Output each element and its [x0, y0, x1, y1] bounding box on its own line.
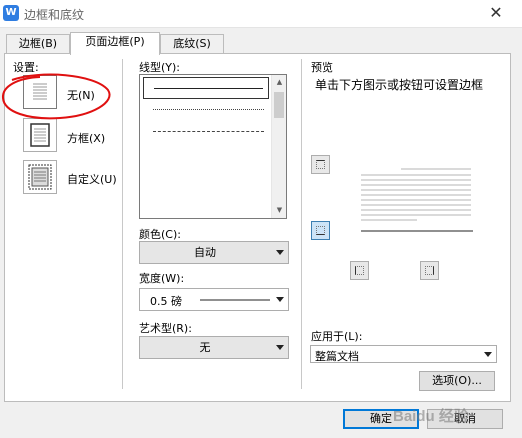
setting-custom-button[interactable]: [23, 160, 57, 194]
window-title: 边框和底纹: [24, 8, 85, 22]
chevron-down-icon: [276, 250, 284, 255]
line-style-dash-dot-medium[interactable]: [143, 187, 269, 209]
top-border-button[interactable]: [311, 155, 330, 174]
apply-to-value: 整篇文档: [315, 350, 359, 363]
top-border-icon: [316, 160, 325, 169]
chevron-down-icon: [484, 352, 492, 357]
line-style-scrollbar[interactable]: ▲ ▼: [271, 75, 286, 218]
width-value: 0.5 磅: [150, 295, 182, 308]
apply-to-select[interactable]: 整篇文档: [310, 345, 497, 363]
settings-label: 设置:: [13, 61, 39, 74]
left-border-icon: [355, 266, 364, 275]
preview-label: 预览: [311, 61, 333, 74]
scroll-thumb[interactable]: [274, 92, 284, 118]
line-style-dashed-small[interactable]: [143, 121, 269, 143]
box-border-icon: [30, 123, 50, 147]
line-style-solid[interactable]: [143, 77, 269, 99]
divider-left: [122, 59, 123, 389]
tab-borders[interactable]: 边框(B): [6, 34, 70, 54]
preview-page[interactable]: [357, 166, 477, 236]
ok-button[interactable]: 确定: [343, 409, 419, 429]
cancel-button[interactable]: 取消: [427, 409, 503, 429]
tab-shading[interactable]: 底纹(S): [160, 34, 224, 54]
wps-app-icon: W: [3, 5, 19, 21]
setting-custom-label[interactable]: 自定义(U): [67, 171, 117, 187]
close-button[interactable]: ✕: [486, 3, 506, 23]
title-bar: W 边框和底纹 ✕: [0, 0, 522, 28]
art-select[interactable]: 无: [139, 336, 289, 359]
art-value: 无: [199, 341, 211, 354]
line-style-dotted[interactable]: [143, 99, 269, 121]
color-select[interactable]: 自动: [139, 241, 289, 264]
chevron-down-icon: [276, 345, 284, 350]
line-style-dashed-medium[interactable]: [143, 165, 269, 187]
custom-border-icon: [28, 164, 52, 190]
tab-page-border[interactable]: 页面边框(P): [70, 32, 160, 55]
setting-box-label[interactable]: 方框(X): [67, 130, 105, 146]
bottom-border-icon: [316, 226, 325, 235]
right-border-icon: [425, 266, 434, 275]
setting-none-button[interactable]: [23, 75, 57, 109]
width-line-sample: [200, 299, 270, 301]
options-button[interactable]: 选项(O)...: [419, 371, 495, 391]
line-style-list[interactable]: ▲ ▼: [139, 74, 287, 219]
left-border-button[interactable]: [350, 261, 369, 280]
preview-hint: 单击下方图示或按钮可设置边框: [315, 78, 484, 92]
scroll-down-icon[interactable]: ▼: [272, 203, 286, 218]
chevron-down-icon: [276, 297, 284, 302]
color-label: 颜色(C):: [139, 228, 181, 241]
setting-box-button[interactable]: [23, 118, 57, 152]
bottom-border-button[interactable]: [311, 221, 330, 240]
art-label: 艺术型(R):: [139, 322, 192, 335]
apply-to-label: 应用于(L):: [311, 330, 363, 343]
divider-right: [301, 59, 302, 389]
right-border-button[interactable]: [420, 261, 439, 280]
width-select[interactable]: 0.5 磅: [139, 288, 289, 311]
width-label: 宽度(W):: [139, 272, 185, 285]
setting-none-label[interactable]: 无(N): [67, 87, 95, 103]
line-style-label: 线型(Y):: [139, 61, 181, 74]
none-border-icon: [33, 83, 47, 100]
line-style-dash-dot-small[interactable]: [143, 143, 269, 165]
scroll-up-icon[interactable]: ▲: [272, 75, 286, 90]
page-border-panel: 设置: 无(N) 方框(X) 自定义(U) 线型(Y): ▲ ▼ 颜色(C): …: [4, 53, 511, 402]
color-value: 自动: [194, 246, 216, 259]
